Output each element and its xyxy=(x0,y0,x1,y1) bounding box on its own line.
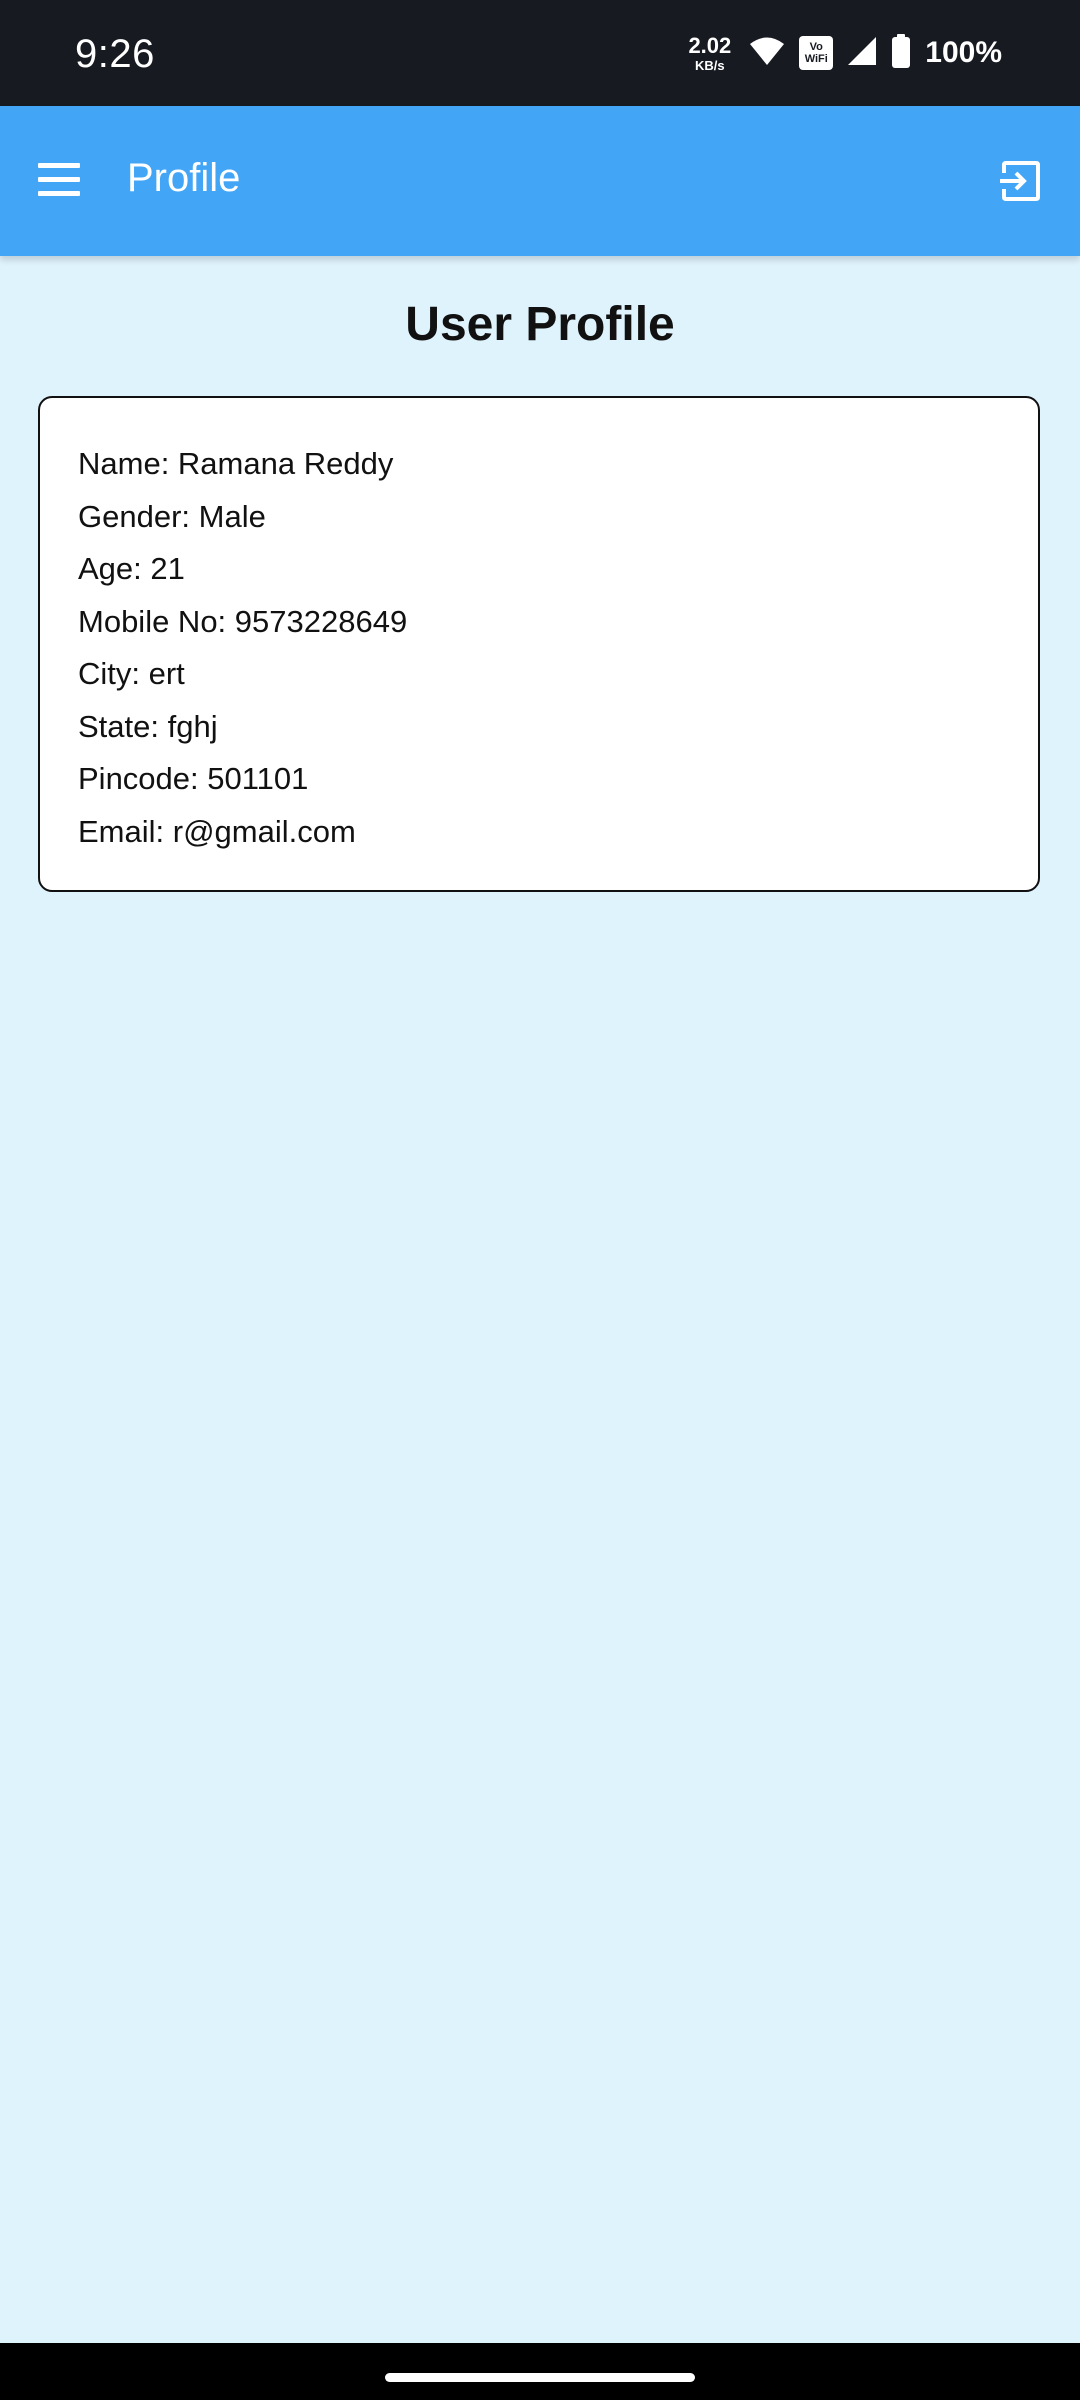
profile-card: Name: Ramana Reddy Gender: Male Age: 21 … xyxy=(38,396,1040,892)
profile-gender: Gender: Male xyxy=(78,498,266,534)
app-bar: Profile xyxy=(0,106,1080,256)
navigation-bar xyxy=(0,2343,1080,2400)
battery-icon xyxy=(891,33,911,73)
network-speed-value: 2.02 xyxy=(688,32,732,58)
wifi-icon xyxy=(749,36,785,71)
profile-mobile: Mobile No: 9573228649 xyxy=(78,603,408,639)
status-bar: 9:26 2.02 KB/s Vo WiFi 100% xyxy=(0,0,1080,106)
vowifi-bottom-label: WiFi xyxy=(804,53,828,65)
profile-email: Email: r@gmail.com xyxy=(78,813,356,849)
status-icons: 2.02 KB/s Vo WiFi 100% xyxy=(688,30,1002,76)
status-time: 9:26 xyxy=(75,32,155,76)
profile-city: City: ert xyxy=(78,656,185,691)
vowifi-top-label: Vo xyxy=(809,41,823,53)
signal-icon xyxy=(847,36,877,71)
profile-age: Age: 21 xyxy=(78,551,185,586)
page-title: User Profile xyxy=(405,298,675,351)
app-bar-title: Profile xyxy=(127,156,241,200)
menu-icon[interactable] xyxy=(38,163,80,197)
network-speed: 2.02 KB/s xyxy=(688,32,732,73)
vowifi-icon: Vo WiFi xyxy=(799,36,834,70)
home-indicator[interactable] xyxy=(385,2373,695,2382)
network-speed-unit: KB/s xyxy=(695,57,725,73)
logout-icon[interactable] xyxy=(998,159,1042,203)
profile-name: Name: Ramana Reddy xyxy=(78,446,394,481)
battery-percent: 100% xyxy=(925,36,1002,69)
profile-pincode: Pincode: 501101 xyxy=(78,761,309,796)
profile-state: State: fghj xyxy=(78,708,218,744)
